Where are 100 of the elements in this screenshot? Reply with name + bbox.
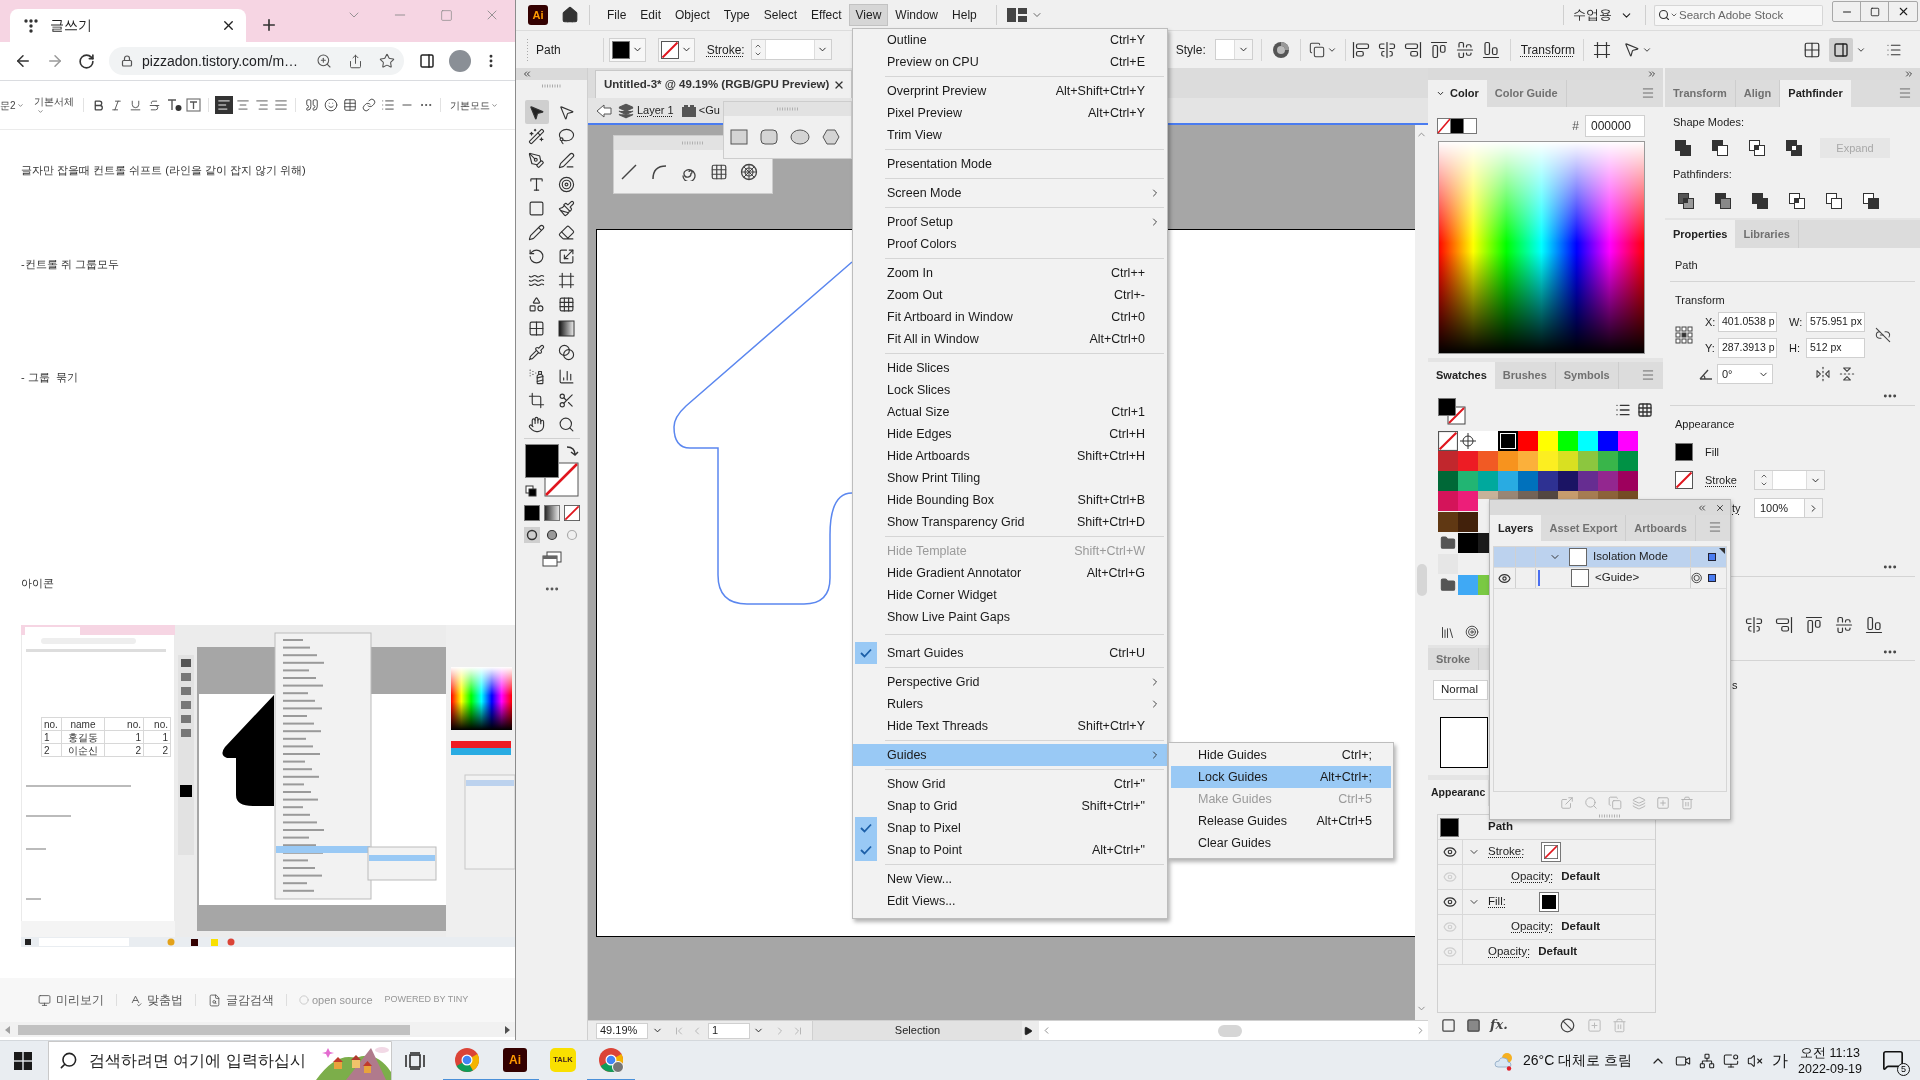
color-swatch[interactable] <box>1558 491 1578 499</box>
menu-item[interactable]: Lock Guides Alt+Ctrl+; <box>1171 766 1391 788</box>
color-swatch[interactable] <box>1498 451 1518 471</box>
align-middles-icon[interactable] <box>1835 616 1853 634</box>
menu-item[interactable]: Preview on CPU Ctrl+E <box>853 51 1167 73</box>
quote-icon[interactable] <box>305 98 319 112</box>
color-swatch[interactable] <box>1558 471 1578 491</box>
menu-item[interactable]: Window <box>888 4 946 26</box>
panel-tab[interactable]: Layers <box>1490 515 1542 541</box>
color-swatch-icon[interactable] <box>523 505 540 521</box>
mute-icon[interactable] <box>1747 1052 1764 1069</box>
stroke-color-control[interactable] <box>657 37 695 62</box>
overlapping-squares-icon[interactable] <box>1751 192 1769 210</box>
footer-button[interactable]: 맞춤법 <box>129 991 183 1009</box>
color-swatch[interactable] <box>1438 512 1458 532</box>
paragraph-style-dropdown[interactable]: 문2 <box>0 97 26 113</box>
color-swatch[interactable] <box>1598 431 1618 451</box>
color-swatch[interactable] <box>1518 431 1538 451</box>
eye-icon[interactable] <box>1443 845 1457 859</box>
grid-squares-icon[interactable] <box>1803 40 1821 59</box>
color-swatch[interactable] <box>1478 431 1498 451</box>
menu-item[interactable]: Release Guides Alt+Ctrl+5 <box>1171 810 1391 832</box>
align-bottom-edges-icon[interactable] <box>1481 40 1500 59</box>
toggle-button[interactable] <box>1829 37 1853 62</box>
menu-item[interactable]: Snap to Point Alt+Ctrl+" <box>853 839 1167 861</box>
side-panel-icon[interactable] <box>419 53 435 69</box>
menu-item[interactable]: Type <box>716 4 757 26</box>
color-swatch[interactable] <box>1478 451 1498 471</box>
reload-icon[interactable] <box>78 52 95 70</box>
gradient-square-icon[interactable] <box>543 505 560 521</box>
number-field[interactable]: 287.3913 p <box>1718 338 1777 358</box>
collapse-icon[interactable] <box>1904 69 1914 79</box>
panel-tab[interactable]: Appearanc <box>1428 780 1489 806</box>
menu-item[interactable]: Fit Artboard in Window Ctrl+0 <box>853 306 1167 328</box>
no-stroke-swatch[interactable] <box>1675 471 1693 489</box>
color-swatch[interactable] <box>1458 491 1478 511</box>
stroke-link[interactable]: Stroke <box>1705 471 1742 489</box>
panel-tab[interactable]: Swatches <box>1428 362 1495 389</box>
footer-button[interactable]: 글감검색 <box>208 991 274 1009</box>
scroll-right-icon[interactable] <box>503 1025 511 1034</box>
cursor-icon[interactable] <box>1622 41 1640 58</box>
bookmark-star-icon[interactable] <box>379 53 395 69</box>
menu-item[interactable]: Presentation Mode <box>853 153 1167 175</box>
grid-icon[interactable] <box>710 162 728 181</box>
color-swatch[interactable] <box>1458 471 1478 491</box>
color-swatch[interactable] <box>1438 491 1458 511</box>
align-middles-icon[interactable] <box>1455 40 1474 59</box>
menu-item[interactable]: Screen Mode <box>853 182 1167 204</box>
color-swatch[interactable] <box>1578 451 1598 471</box>
bold-icon[interactable] <box>92 98 105 112</box>
back-arrow-icon[interactable] <box>596 103 612 118</box>
menu-item[interactable]: Trim View <box>853 124 1167 146</box>
cut-off-label[interactable]: ty <box>1732 499 1744 517</box>
color-swatch[interactable] <box>1558 451 1578 471</box>
filled-square-icon[interactable] <box>1466 1017 1481 1033</box>
color-swatch[interactable] <box>1458 512 1478 532</box>
new-tab-icon[interactable] <box>260 16 278 34</box>
underline-icon[interactable] <box>129 98 142 112</box>
weather-widget[interactable]: 26°C 대체로 흐림 <box>1494 1050 1633 1071</box>
overlapping-squares-icon[interactable] <box>1825 192 1843 210</box>
menu-item[interactable]: Smart Guides Ctrl+U <box>853 642 1167 664</box>
appearance-attribute-link[interactable]: Stroke: <box>1488 843 1525 861</box>
layer-row[interactable]: <Guide> <box>1494 568 1726 589</box>
layers-icon[interactable] <box>618 102 634 119</box>
appearance-attribute-link[interactable]: Opacity: <box>1511 868 1554 886</box>
document-tab[interactable]: Untitled-3* @ 49.19% (RGB/GPU Preview) <box>595 70 852 98</box>
menu-item[interactable]: Zoom In Ctrl++ <box>853 262 1167 284</box>
panel-tab[interactable]: Color <box>1428 80 1487 107</box>
align-centers-icon[interactable] <box>1377 40 1396 59</box>
overlapping-squares-icon[interactable] <box>1711 139 1729 157</box>
color-swatch[interactable] <box>1458 533 1478 553</box>
align-left-edges-icon[interactable] <box>1351 40 1370 59</box>
color-swatch[interactable] <box>1458 451 1478 471</box>
registration-swatch[interactable] <box>1458 431 1478 451</box>
hex-field[interactable]: 000000 <box>1585 115 1645 137</box>
close-icon[interactable] <box>1715 502 1725 513</box>
blend-mode-dropdown[interactable]: Normal <box>1433 680 1488 700</box>
polar-grid-icon[interactable] <box>740 162 758 181</box>
address-bar[interactable]: pizzadon.tistory.com/m… <box>109 47 404 75</box>
color-swatch[interactable] <box>1478 575 1489 595</box>
fill-swatch[interactable] <box>1675 443 1693 461</box>
link-icon[interactable] <box>362 98 376 112</box>
color-swatch[interactable] <box>1558 431 1578 451</box>
network-icon[interactable] <box>1699 1052 1716 1069</box>
menu-item[interactable]: Show Live Paint Gaps <box>853 606 1167 628</box>
fill-color-control[interactable] <box>608 37 646 62</box>
menu-item[interactable]: Hide Slices <box>853 357 1167 379</box>
selection-square-icon[interactable] <box>1708 574 1716 582</box>
color-swatch[interactable] <box>1478 533 1489 553</box>
color-swatch[interactable] <box>1498 491 1518 499</box>
overlapping-squares-icon[interactable] <box>1862 192 1880 210</box>
appearance-attribute-link[interactable]: Opacity: <box>1511 918 1554 936</box>
resize-grip-icon[interactable] <box>1599 814 1621 818</box>
appearance-attribute-link[interactable]: Opacity: <box>1488 943 1531 961</box>
menu-item[interactable]: Hide Text Threads Shift+Ctrl+Y <box>853 715 1167 737</box>
target-icon[interactable] <box>1465 625 1479 639</box>
color-swatch[interactable] <box>1538 431 1558 451</box>
zoom-icon[interactable] <box>316 53 332 69</box>
menu-item[interactable]: Outline Ctrl+Y <box>853 29 1167 51</box>
windows-logo-icon[interactable] <box>14 1051 32 1070</box>
